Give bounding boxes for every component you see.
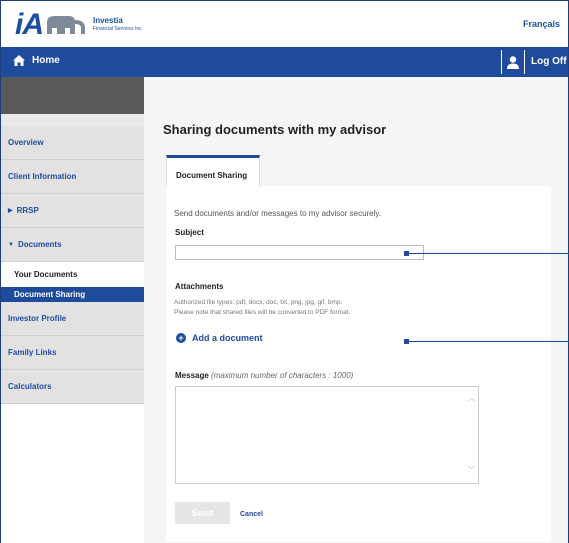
sidebar-item-family-links[interactable]: Family Links [1,336,144,370]
logo-brand-sub: Financial Services Inc. [93,26,144,32]
caret-down-icon: ▼ [8,241,14,248]
logoff-link[interactable]: Log Off [531,56,567,67]
sidebar-item-label: Calculators [8,382,52,391]
home-link[interactable]: Home [13,55,60,66]
callout-line [408,253,569,254]
sidebar-item-label: Family Links [8,348,57,357]
sidebar-item-calculators[interactable]: Calculators [1,370,144,404]
sidebar-subitem-your-documents[interactable]: Your Documents [1,267,144,282]
sidebar-subitem-label: Your Documents [14,270,78,279]
company-logo[interactable]: iA Investia Financial Services Inc. [15,8,144,41]
form-panel [166,186,551,542]
attachments-label: Attachments [175,282,224,291]
caret-right-icon: ▶ [8,208,13,214]
subject-input[interactable] [175,245,424,260]
attachments-hint-pdf-conversion: Please note that shared files will be co… [174,309,351,316]
main-navbar: Home Log Off [1,47,568,77]
message-hint: (maximum number of characters : 1000) [211,371,354,380]
top-header: iA Investia Financial Services Inc. Fran… [1,1,568,47]
language-toggle-link[interactable]: Français [523,19,560,29]
add-document-button[interactable]: + Add a document [176,333,263,343]
sidebar-item-label: Documents [17,240,62,249]
elephant-icon [47,16,85,34]
sidebar-item-client-information[interactable]: Client Information [1,160,144,194]
callout-line [408,341,569,342]
user-icon [507,55,519,69]
home-icon [13,55,25,66]
scroll-down-icon[interactable]: ﹀ [468,465,475,475]
logo-letters: iA [15,8,44,41]
page-title: Sharing documents with my advisor [163,122,387,137]
sidebar-item-label: Investor Profile [8,314,67,323]
intro-text: Send documents and/or messages to my adv… [174,209,382,218]
sidebar-item-overview[interactable]: Overview [1,126,144,160]
sidebar-item-label: RRSP [16,206,39,215]
sidebar-nav: Overview Client Information ▶ RRSP ▼ Docum… [1,77,144,543]
add-document-label: Add a document [192,333,263,343]
sidebar-item-investor-profile[interactable]: Investor Profile [1,302,144,336]
subject-label: Subject [175,228,204,237]
sidebar-spacer [1,114,144,126]
sidebar-item-label: Overview [8,138,44,147]
message-textarea[interactable]: ︿ ﹀ [175,386,479,484]
sidebar-item-label: Client Information [8,172,77,181]
sidebar-subitem-document-sharing[interactable]: Document Sharing [1,287,144,302]
tab-document-sharing[interactable]: Document Sharing [166,155,260,187]
logo-brand-name: Investia [93,16,123,25]
attachments-hint-file-types: Authorized file types: pdf, docx, doc, t… [174,299,343,306]
user-profile-button[interactable] [501,50,525,74]
message-label-text: Message [175,371,209,380]
sidebar-item-rrsp[interactable]: ▶ RRSP [1,194,144,228]
send-button[interactable]: Send [175,502,230,524]
cancel-link[interactable]: Cancel [240,511,263,518]
sidebar-item-documents[interactable]: ▼ Documents [1,228,144,262]
sidebar-subitem-label: Document Sharing [14,290,86,299]
message-label: Message (maximum number of characters : … [175,371,353,380]
sidebar-header [1,77,144,114]
scroll-up-icon[interactable]: ︿ [468,393,475,403]
home-label: Home [32,55,60,66]
plus-icon: + [176,333,186,343]
